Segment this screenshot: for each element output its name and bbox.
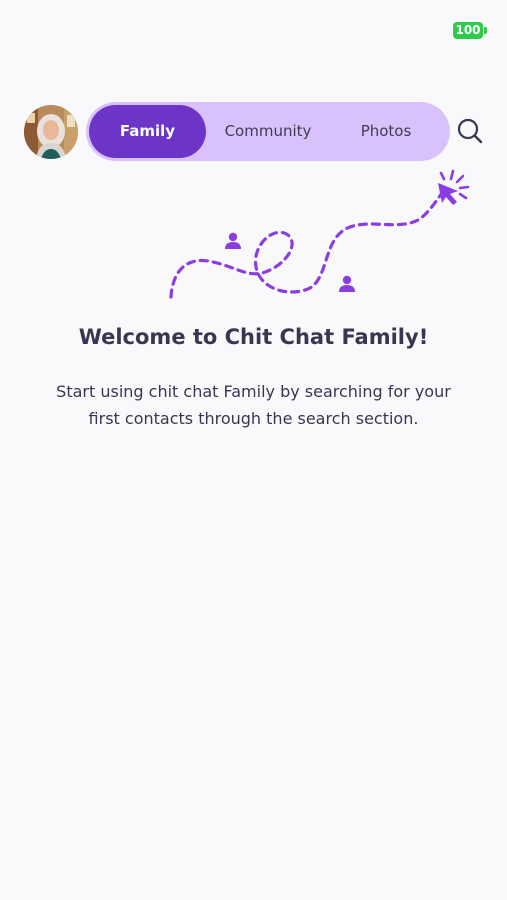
user-avatar[interactable] [24,105,78,159]
avatar-photo [24,105,78,159]
search-icon [457,118,483,144]
app-screen: 100 Family Community Photos Welcome to C… [0,0,507,900]
battery-indicator: 100 [453,22,483,39]
dashed-path-icon [169,191,444,299]
cursor-click-icon [438,169,470,205]
person-icon [225,232,241,249]
section-tab-bar: Family Community Photos [86,102,450,161]
search-button[interactable] [456,117,484,145]
status-bar: 100 [0,0,507,60]
tab-family[interactable]: Family [89,105,206,158]
battery-tip [484,27,487,34]
welcome-title: Welcome to Chit Chat Family! [78,325,429,349]
welcome-description: Start using chit chat Family by searchin… [56,382,451,428]
empty-state-illustration [169,169,470,299]
tab-photos[interactable]: Photos [331,105,441,158]
person-icon [339,275,355,292]
tab-community[interactable]: Community [213,105,323,158]
